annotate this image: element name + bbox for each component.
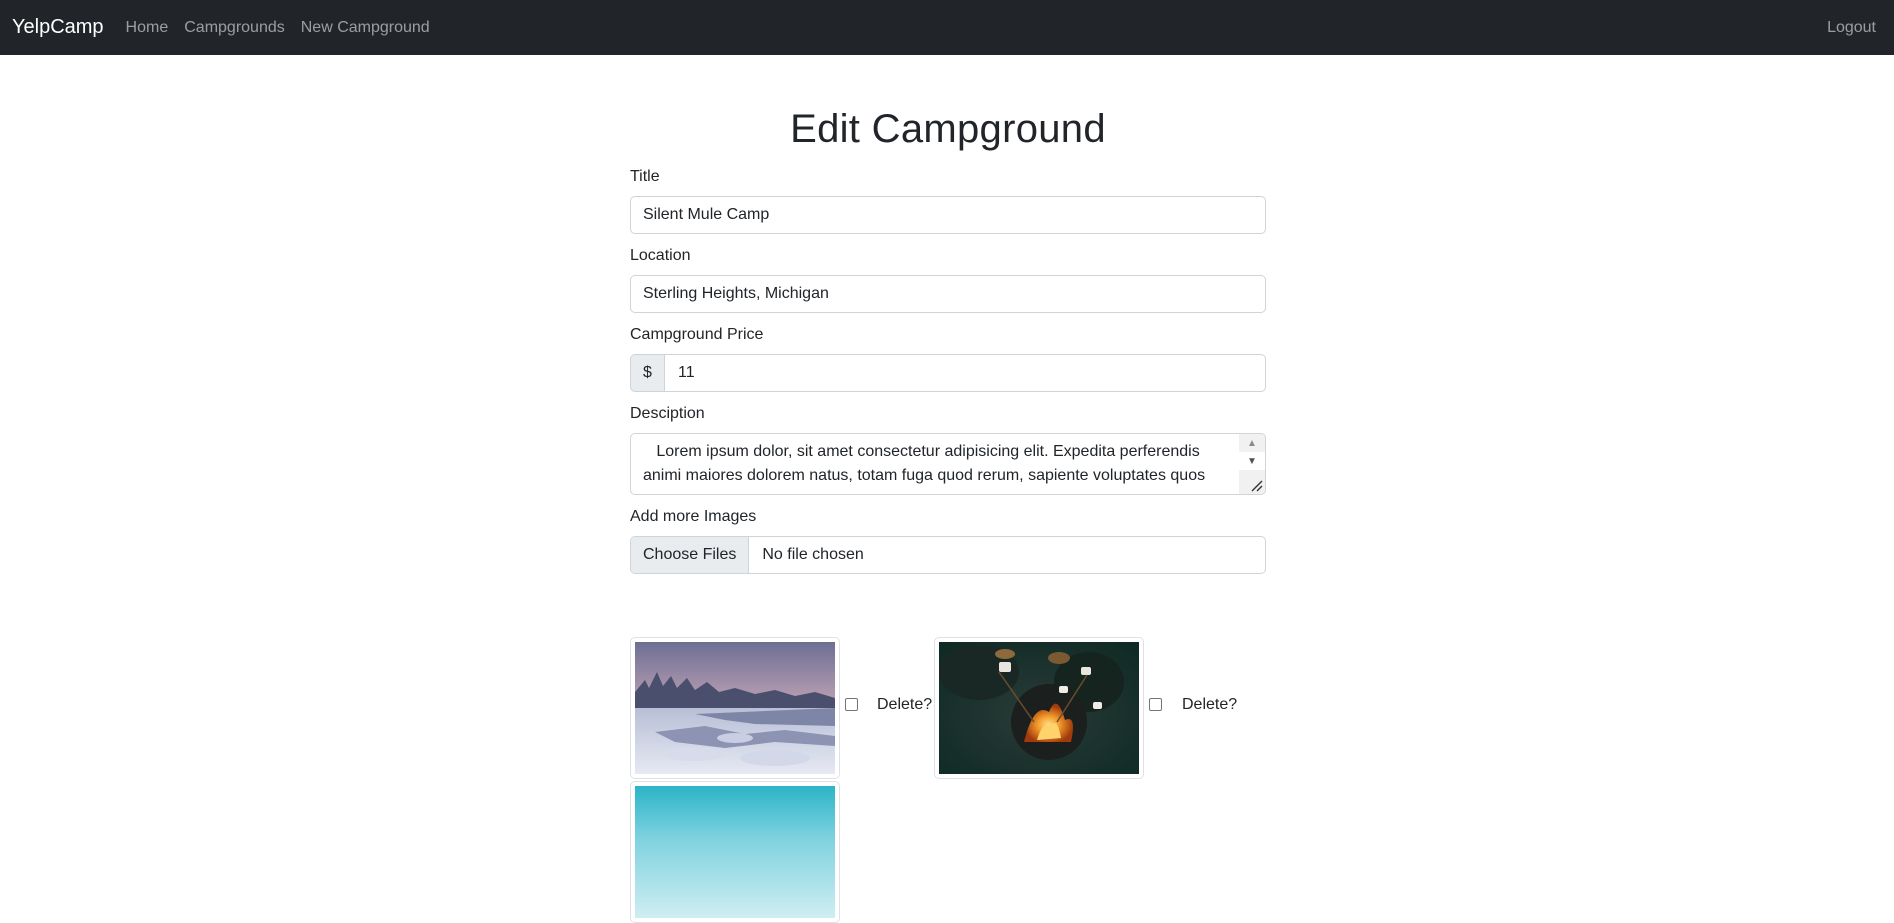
images-field-group: Add more Images Choose Files No file cho… xyxy=(630,507,1266,574)
resize-grip-icon[interactable] xyxy=(1249,478,1263,492)
campground-image-2 xyxy=(934,637,1144,779)
campground-image-3 xyxy=(630,781,840,923)
logout-link[interactable]: Logout xyxy=(1827,19,1876,37)
scroll-up-arrow-icon[interactable]: ▲ xyxy=(1239,434,1265,452)
brand-link[interactable]: YelpCamp xyxy=(12,16,104,39)
description-text[interactable]: Lorem ipsum dolor, sit amet consectetur … xyxy=(631,434,1265,494)
price-currency-addon: $ xyxy=(630,354,664,392)
nav-link-campgrounds[interactable]: Campgrounds xyxy=(184,19,285,37)
title-input[interactable] xyxy=(630,196,1266,234)
delete-checkbox-1[interactable] xyxy=(845,698,858,711)
price-field-group: Campground Price $ xyxy=(630,325,1266,392)
nav-link-new-campground[interactable]: New Campground xyxy=(301,19,430,37)
campfire-photo xyxy=(939,642,1139,774)
location-field-group: Location xyxy=(630,246,1266,313)
title-label: Title xyxy=(630,168,660,185)
snowy-river-photo xyxy=(635,642,835,774)
delete-checkbox-2[interactable] xyxy=(1149,698,1162,711)
navbar: YelpCamp Home Campgrounds New Campground… xyxy=(0,0,1894,55)
location-input[interactable] xyxy=(630,275,1266,313)
edit-form: Edit Campground Title Location Campgroun… xyxy=(630,55,1266,574)
description-label: Desciption xyxy=(630,405,705,422)
choose-files-button[interactable]: Choose Files xyxy=(631,537,750,573)
price-input-group: $ xyxy=(630,354,1266,392)
nav-link-home[interactable]: Home xyxy=(126,19,169,37)
price-label: Campground Price xyxy=(630,326,764,343)
teal-sky-photo xyxy=(635,786,835,918)
images-label: Add more Images xyxy=(630,508,757,525)
title-field-group: Title xyxy=(630,167,1266,234)
image-list: Delete? Delete? xyxy=(630,637,1266,923)
price-input[interactable] xyxy=(664,354,1266,392)
description-textarea[interactable]: Lorem ipsum dolor, sit amet consectetur … xyxy=(630,433,1266,495)
scroll-down-arrow-icon[interactable]: ▼ xyxy=(1239,452,1265,470)
delete-label-2: Delete? xyxy=(1182,696,1238,713)
file-input[interactable]: Choose Files No file chosen xyxy=(630,536,1266,574)
file-status-text: No file chosen xyxy=(762,546,864,563)
location-label: Location xyxy=(630,247,691,264)
delete-label-1: Delete? xyxy=(877,696,933,713)
description-field-group: Desciption Lorem ipsum dolor, sit amet c… xyxy=(630,404,1266,495)
campground-image-1 xyxy=(630,637,840,779)
page-title: Edit Campground xyxy=(790,107,1106,151)
